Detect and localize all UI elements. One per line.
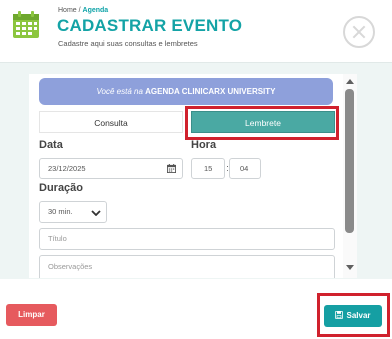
modal-body: Você está na AGENDA CLINICARX UNIVERSITY… — [0, 62, 392, 280]
duration-select-value: 30 min. — [48, 207, 73, 216]
highlight-box-lembrete — [185, 106, 339, 140]
scrollbar[interactable] — [343, 74, 357, 278]
calendar-picker-icon[interactable] — [167, 164, 176, 173]
limpar-button[interactable]: Limpar — [6, 304, 57, 326]
calendar-icon — [13, 11, 39, 38]
date-input-value: 23/12/2025 — [48, 164, 86, 173]
data-label: Data — [39, 139, 63, 151]
scroll-down-arrow-icon[interactable] — [346, 265, 354, 270]
page-title: CADASTRAR EVENTO — [57, 16, 243, 35]
page-subtitle: Cadastre aqui suas consultas e lembretes — [58, 39, 198, 48]
duracao-label: Duração — [39, 182, 84, 194]
scrollbar-thumb[interactable] — [345, 89, 354, 233]
breadcrumb-home[interactable]: Home — [58, 7, 77, 14]
agenda-banner-name: AGENDA CLINICARX UNIVERSITY — [145, 87, 276, 96]
agenda-banner: Você está na AGENDA CLINICARX UNIVERSITY — [39, 78, 333, 105]
scroll-up-arrow-icon[interactable] — [346, 79, 354, 84]
breadcrumb-current[interactable]: Agenda — [83, 7, 109, 14]
breadcrumb: Home / Agenda — [58, 7, 108, 14]
observacoes-textarea[interactable]: Observações — [39, 255, 335, 278]
hour-input[interactable]: 15 — [191, 158, 225, 179]
hora-label: Hora — [191, 139, 217, 151]
close-button[interactable] — [343, 16, 375, 48]
agenda-banner-prefix: Você está na — [96, 87, 143, 96]
form-panel: Você está na AGENDA CLINICARX UNIVERSITY… — [29, 74, 343, 278]
titulo-input[interactable]: Título — [39, 228, 335, 250]
chevron-down-icon — [91, 210, 101, 216]
duration-select[interactable]: 30 min. — [39, 201, 107, 223]
tab-consulta[interactable]: Consulta — [39, 111, 183, 133]
modal-header: Home / Agenda CADASTRAR EVENTO Cadastre … — [0, 0, 392, 62]
minute-input[interactable]: 04 — [229, 158, 261, 179]
date-input[interactable]: 23/12/2025 — [39, 158, 183, 179]
highlight-box-salvar — [317, 293, 390, 337]
